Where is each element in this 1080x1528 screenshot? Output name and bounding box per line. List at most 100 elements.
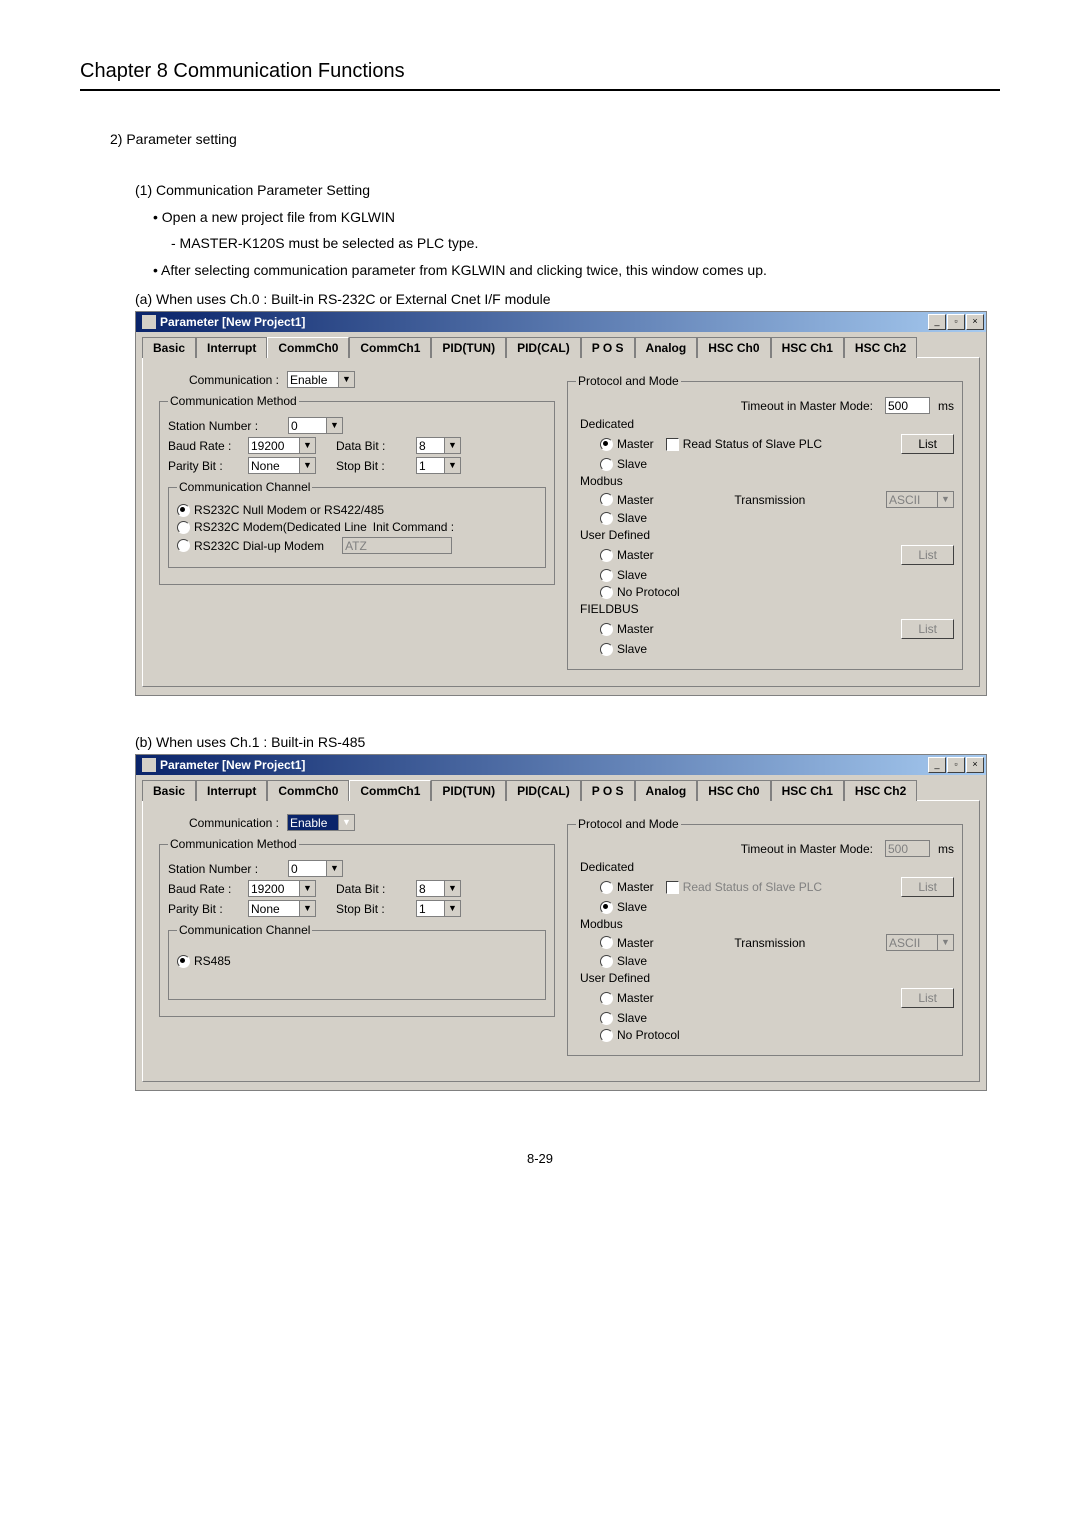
baud-combo[interactable]: 19200▼ [248, 880, 316, 897]
radio-label: No Protocol [617, 585, 680, 599]
bullet-sub: - MASTER-K120S must be selected as PLC t… [171, 230, 1000, 257]
radio-fb-master[interactable] [600, 623, 613, 636]
radio-ud-slave[interactable] [600, 569, 613, 582]
radio-modbus-slave[interactable] [600, 512, 613, 525]
communication-label: Communication : [159, 816, 287, 830]
radio-dedicated-slave[interactable] [600, 901, 613, 914]
transmission-combo[interactable]: ASCII▼ [886, 491, 954, 508]
timeout-input[interactable]: 500 [885, 397, 930, 414]
radio-dedicated-master[interactable] [600, 881, 613, 894]
parity-label: Parity Bit : [168, 902, 248, 916]
radio-rs232-modem[interactable] [177, 521, 190, 534]
init-command-label: Init Command : [373, 520, 454, 534]
dialog-ch0: Parameter [New Project1] _ ▫ × Basic Int… [135, 311, 987, 696]
list-button[interactable]: List [901, 877, 954, 897]
timeout-label: Timeout in Master Mode: [741, 399, 873, 413]
tab-hscch0[interactable]: HSC Ch0 [697, 337, 770, 358]
radio-modbus-slave[interactable] [600, 955, 613, 968]
radio-label: RS232C Dial-up Modem [194, 539, 324, 553]
radio-no-protocol[interactable] [600, 1029, 613, 1042]
tab-commch0[interactable]: CommCh0 [267, 780, 349, 801]
radio-rs232-dialup[interactable] [177, 539, 190, 552]
communication-label: Communication : [159, 373, 287, 387]
minimize-button[interactable]: _ [928, 757, 946, 773]
timeout-input[interactable]: 500 [885, 840, 930, 857]
tab-hscch2[interactable]: HSC Ch2 [844, 780, 917, 801]
tab-pos[interactable]: P O S [581, 337, 635, 358]
databit-combo[interactable]: 8▼ [416, 437, 461, 454]
chevron-down-icon: ▼ [338, 815, 354, 830]
tab-hscch1[interactable]: HSC Ch1 [771, 780, 844, 801]
list-button[interactable]: List [901, 619, 954, 639]
databit-label: Data Bit : [336, 439, 416, 453]
comm-channel-group: Communication Channel RS232C Null Modem … [168, 480, 546, 568]
radio-dedicated-master[interactable] [600, 438, 613, 451]
tab-pos[interactable]: P O S [581, 780, 635, 801]
app-icon [142, 758, 156, 772]
list-button[interactable]: List [901, 434, 954, 454]
titlebar[interactable]: Parameter [New Project1] _ ▫ × [136, 755, 986, 775]
radio-fb-slave[interactable] [600, 643, 613, 656]
radio-ud-slave[interactable] [600, 1012, 613, 1025]
tab-hscch2[interactable]: HSC Ch2 [844, 337, 917, 358]
maximize-button[interactable]: ▫ [947, 314, 965, 330]
radio-ud-master[interactable] [600, 992, 613, 1005]
radio-label: Master [617, 493, 654, 507]
radio-dedicated-slave[interactable] [600, 458, 613, 471]
baud-combo[interactable]: 19200▼ [248, 437, 316, 454]
section-heading: 2) Parameter setting [110, 131, 1000, 147]
tab-pidcal[interactable]: PID(CAL) [506, 337, 581, 358]
list-button[interactable]: List [901, 988, 954, 1008]
station-combo[interactable]: 0▼ [288, 417, 343, 434]
timeout-label: Timeout in Master Mode: [741, 842, 873, 856]
baud-label: Baud Rate : [168, 882, 248, 896]
parity-combo[interactable]: None▼ [248, 900, 316, 917]
close-button[interactable]: × [966, 757, 984, 773]
radio-no-protocol[interactable] [600, 586, 613, 599]
tab-interrupt[interactable]: Interrupt [196, 780, 267, 801]
radio-label: Master [617, 991, 654, 1005]
stopbit-combo[interactable]: 1▼ [416, 457, 461, 474]
tab-hscch0[interactable]: HSC Ch0 [697, 780, 770, 801]
minimize-button[interactable]: _ [928, 314, 946, 330]
databit-combo[interactable]: 8▼ [416, 880, 461, 897]
radio-label: RS232C Modem(Dedicated Line [194, 520, 367, 534]
close-button[interactable]: × [966, 314, 984, 330]
tab-pidtun[interactable]: PID(TUN) [431, 337, 506, 358]
station-combo[interactable]: 0▼ [288, 860, 343, 877]
tab-pidcal[interactable]: PID(CAL) [506, 780, 581, 801]
radio-rs232-null[interactable] [177, 504, 190, 517]
radio-modbus-master[interactable] [600, 493, 613, 506]
radio-rs485[interactable] [177, 955, 190, 968]
atz-input[interactable]: ATZ [342, 537, 452, 554]
tabstrip: Basic Interrupt CommCh0 CommCh1 PID(TUN)… [136, 332, 986, 357]
chk-read-status[interactable] [666, 438, 679, 451]
radio-label: Master [617, 880, 654, 894]
tab-analog[interactable]: Analog [635, 780, 698, 801]
tab-basic[interactable]: Basic [142, 780, 196, 801]
comm-method-group: Communication Method Station Number : 0▼… [159, 837, 555, 1017]
protocol-mode-group: Protocol and Mode Timeout in Master Mode… [567, 374, 963, 670]
tab-interrupt[interactable]: Interrupt [196, 337, 267, 358]
maximize-button[interactable]: ▫ [947, 757, 965, 773]
tab-pidtun[interactable]: PID(TUN) [431, 780, 506, 801]
radio-label: Slave [617, 1011, 647, 1025]
tab-commch1[interactable]: CommCh1 [349, 780, 431, 801]
radio-ud-master[interactable] [600, 549, 613, 562]
comm-method-group: Communication Method Station Number : 0▼… [159, 394, 555, 585]
tab-hscch1[interactable]: HSC Ch1 [771, 337, 844, 358]
window-title: Parameter [New Project1] [160, 755, 927, 775]
list-button[interactable]: List [901, 545, 954, 565]
stopbit-combo[interactable]: 1▼ [416, 900, 461, 917]
communication-combo[interactable]: Enable▼ [287, 814, 355, 831]
radio-modbus-master[interactable] [600, 936, 613, 949]
titlebar[interactable]: Parameter [New Project1] _ ▫ × [136, 312, 986, 332]
tab-analog[interactable]: Analog [635, 337, 698, 358]
tab-commch1[interactable]: CommCh1 [349, 337, 431, 358]
tabstrip: Basic Interrupt CommCh0 CommCh1 PID(TUN)… [136, 775, 986, 800]
transmission-combo[interactable]: ASCII▼ [886, 934, 954, 951]
communication-combo[interactable]: Enable▼ [287, 371, 355, 388]
tab-commch0[interactable]: CommCh0 [267, 337, 349, 358]
tab-basic[interactable]: Basic [142, 337, 196, 358]
parity-combo[interactable]: None▼ [248, 457, 316, 474]
